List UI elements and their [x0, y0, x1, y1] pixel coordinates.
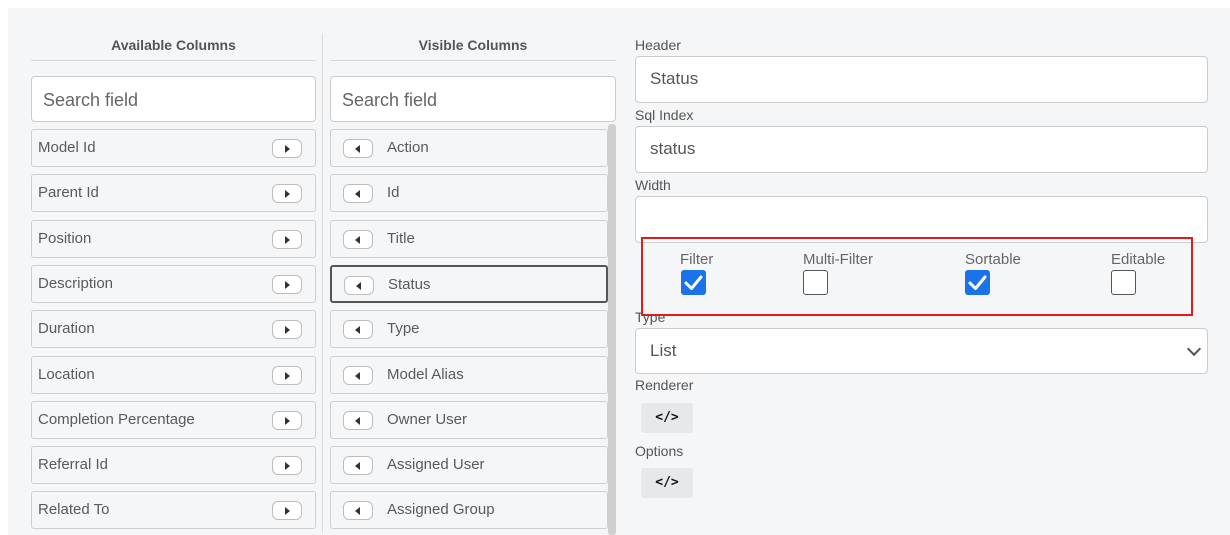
move-left-button[interactable]	[343, 501, 373, 521]
available-column-label: Parent Id	[38, 184, 99, 202]
available-column-label: Position	[38, 229, 92, 247]
options-label: Options	[635, 443, 684, 459]
visible-column-item[interactable]: Id	[330, 174, 608, 213]
type-select-value: List	[650, 341, 677, 360]
available-column-item[interactable]: Position	[31, 219, 316, 258]
caret-left-icon	[355, 190, 360, 199]
visible-column-label: Assigned Group	[387, 501, 495, 519]
visible-search-input[interactable]	[342, 78, 604, 123]
visible-column-item[interactable]: Status	[330, 264, 608, 303]
available-search-field[interactable]	[31, 76, 316, 123]
visible-column-label: Type	[387, 320, 420, 338]
highlight-box	[641, 237, 1193, 316]
caret-right-icon	[285, 326, 290, 335]
move-left-button[interactable]	[343, 139, 373, 158]
available-column-item[interactable]: Model Id	[31, 129, 316, 167]
caret-left-icon	[355, 462, 360, 471]
available-column-label: Duration	[38, 320, 95, 338]
visible-column-item[interactable]: Type	[330, 310, 608, 349]
caret-left-icon	[355, 326, 360, 335]
visible-column-item[interactable]: Model Alias	[330, 355, 608, 394]
available-column-label: Related To	[38, 501, 110, 519]
caret-right-icon	[285, 462, 290, 471]
caret-right-icon	[285, 416, 290, 425]
available-column-item[interactable]: Location	[31, 355, 316, 394]
caret-right-icon	[285, 371, 290, 380]
visible-column-item[interactable]: Assigned User	[330, 446, 608, 485]
move-left-button[interactable]	[344, 275, 374, 295]
renderer-label: Renderer	[635, 377, 694, 393]
available-columns-header: Available Columns	[31, 32, 316, 61]
caret-right-icon	[285, 145, 290, 153]
caret-left-icon	[355, 416, 360, 425]
available-column-item[interactable]: Completion Percentage	[31, 400, 316, 439]
move-right-button[interactable]	[272, 184, 302, 204]
move-right-button[interactable]	[272, 501, 302, 521]
visible-search-field[interactable]	[330, 76, 616, 123]
move-right-button[interactable]	[272, 229, 302, 249]
column-divider	[322, 33, 323, 533]
caret-right-icon	[285, 507, 290, 516]
visible-column-item[interactable]: Assigned Group	[330, 491, 608, 530]
move-left-button[interactable]	[343, 456, 373, 476]
width-label: Width	[635, 177, 671, 193]
move-left-button[interactable]	[343, 184, 373, 204]
move-left-button[interactable]	[343, 229, 373, 249]
visible-column-label: Status	[388, 275, 431, 293]
visible-columns-header-wrap: Visible Columns	[330, 32, 616, 61]
visible-column-label: Model Alias	[387, 365, 464, 383]
caret-left-icon	[356, 281, 361, 290]
move-left-button[interactable]	[343, 320, 373, 340]
available-column-item[interactable]: Related To	[31, 491, 316, 530]
move-right-button[interactable]	[272, 139, 302, 158]
available-column-label: Description	[38, 274, 114, 292]
header-input[interactable]: Status	[635, 56, 1208, 103]
available-column-item[interactable]: Duration	[31, 310, 316, 349]
visible-list-scrollbar[interactable]	[608, 124, 616, 535]
visible-columns-header: Visible Columns	[330, 32, 616, 61]
available-columns-header-wrap: Available Columns	[31, 32, 316, 61]
sql-index-label: Sql Index	[635, 107, 694, 123]
visible-column-label: Owner User	[387, 410, 468, 428]
available-column-label: Model Id	[38, 139, 96, 156]
available-column-item[interactable]: Referral Id	[31, 446, 316, 485]
code-icon: </>	[655, 410, 679, 425]
caret-left-icon	[355, 145, 360, 153]
code-icon: </>	[655, 475, 679, 490]
move-left-button[interactable]	[343, 410, 373, 430]
type-select[interactable]: List	[635, 328, 1208, 374]
visible-column-label: Action	[387, 139, 429, 156]
move-right-button[interactable]	[272, 274, 302, 294]
caret-right-icon	[285, 190, 290, 199]
move-left-button[interactable]	[343, 365, 373, 385]
renderer-code-button[interactable]: </>	[641, 403, 693, 433]
header-label: Header	[635, 37, 681, 53]
available-column-item[interactable]: Parent Id	[31, 174, 316, 213]
caret-left-icon	[355, 235, 360, 244]
move-right-button[interactable]	[272, 365, 302, 385]
visible-column-label: Id	[387, 184, 400, 202]
width-input[interactable]	[635, 196, 1208, 243]
options-code-button[interactable]: </>	[641, 468, 693, 498]
move-right-button[interactable]	[272, 320, 302, 340]
visible-column-item[interactable]: Owner User	[330, 400, 608, 439]
top-strip	[0, 0, 1230, 8]
available-column-label: Location	[38, 365, 95, 383]
available-column-label: Referral Id	[38, 456, 109, 474]
visible-column-item[interactable]: Action	[330, 129, 608, 167]
caret-right-icon	[285, 235, 290, 244]
available-column-label: Completion Percentage	[38, 410, 195, 428]
chevron-down-icon	[1186, 341, 1202, 357]
visible-column-label: Assigned User	[387, 456, 485, 474]
available-search-input[interactable]	[43, 78, 304, 123]
caret-left-icon	[355, 371, 360, 380]
caret-right-icon	[285, 280, 290, 289]
move-right-button[interactable]	[272, 456, 302, 476]
visible-column-label: Title	[387, 229, 415, 247]
sql-index-input[interactable]: status	[635, 126, 1208, 173]
visible-column-item[interactable]: Title	[330, 219, 608, 258]
move-right-button[interactable]	[272, 410, 302, 430]
available-column-item[interactable]: Description	[31, 264, 316, 303]
caret-left-icon	[355, 507, 360, 516]
